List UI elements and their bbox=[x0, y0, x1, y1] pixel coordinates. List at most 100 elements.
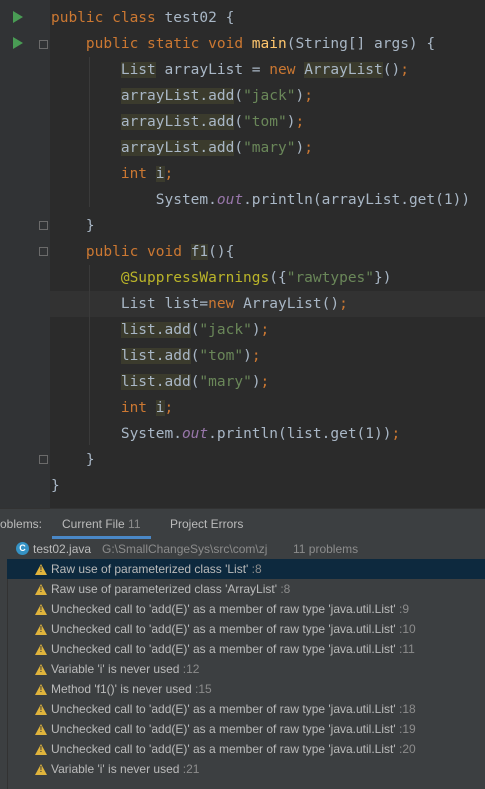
problem-row[interactable]: ! Raw use of parameterized class 'List' :… bbox=[7, 559, 485, 579]
code-token: System. bbox=[51, 426, 182, 442]
code-token: list.add bbox=[120, 348, 191, 364]
code-line[interactable]: List list=new ArrayList(); bbox=[51, 291, 348, 317]
code-token: "jack" bbox=[199, 322, 252, 338]
run-main-icon[interactable] bbox=[13, 37, 23, 49]
problem-row[interactable]: ! Method 'f1()' is never used :15 bbox=[7, 679, 485, 699]
fold-end-main-icon[interactable] bbox=[39, 221, 48, 230]
problem-text-group: Unchecked call to 'add(E)' as a member o… bbox=[51, 719, 416, 739]
code-line[interactable]: } bbox=[51, 473, 60, 499]
code-line[interactable]: list.add("mary"); bbox=[51, 369, 269, 395]
code-token: out bbox=[216, 192, 244, 208]
warning-mark: ! bbox=[39, 625, 43, 634]
code-token: ( bbox=[234, 114, 244, 130]
code-token: ; bbox=[164, 166, 174, 182]
problem-message: Unchecked call to 'add(E)' as a member o… bbox=[51, 722, 396, 736]
problem-message: Raw use of parameterized class 'List' bbox=[51, 562, 249, 576]
tab-current-file[interactable]: Current File 11 bbox=[52, 509, 151, 539]
problems-file-path: G:\SmallChangeSys\src\com\zj bbox=[102, 542, 268, 556]
problem-row[interactable]: ! Variable 'i' is never used :21 bbox=[7, 759, 485, 779]
code-token: (String[] args) { bbox=[286, 36, 436, 52]
problem-row[interactable]: ! Raw use of parameterized class 'ArrayLi… bbox=[7, 579, 485, 599]
problem-location: :9 bbox=[395, 602, 409, 616]
code-line[interactable]: @SuppressWarnings({"rawtypes"}) bbox=[51, 265, 392, 291]
problems-tabs: oblems: Current File 11 Project Errors bbox=[0, 509, 485, 539]
problem-message: Raw use of parameterized class 'ArrayLis… bbox=[51, 582, 278, 596]
problem-location: :20 bbox=[395, 742, 416, 756]
problem-row[interactable]: ! Unchecked call to 'add(E)' as a member … bbox=[7, 639, 485, 659]
code-token: "mary" bbox=[199, 374, 252, 390]
code-line[interactable]: list.add("tom"); bbox=[51, 343, 261, 369]
problem-text-group: Raw use of parameterized class 'ArrayLis… bbox=[51, 579, 290, 599]
code-token: ( bbox=[234, 140, 244, 156]
code-token: public static void bbox=[51, 36, 252, 52]
code-token: ; bbox=[251, 348, 261, 364]
code-token: ) bbox=[295, 140, 305, 156]
problem-row[interactable]: ! Unchecked call to 'add(E)' as a member … bbox=[7, 739, 485, 759]
code-line[interactable]: System.out.println(list.get(1)); bbox=[51, 421, 400, 447]
code-token: new bbox=[208, 296, 244, 312]
warning-mark: ! bbox=[39, 705, 43, 714]
code-token: ; bbox=[295, 114, 305, 130]
java-class-icon: C bbox=[16, 542, 29, 555]
tab-project-errors[interactable]: Project Errors bbox=[170, 509, 243, 539]
code-editor[interactable]: public class test02 { public static void… bbox=[0, 0, 485, 508]
problem-row[interactable]: ! Variable 'i' is never used :12 bbox=[7, 659, 485, 679]
code-line[interactable]: int i; bbox=[51, 161, 173, 187]
problem-row[interactable]: ! Unchecked call to 'add(E)' as a member … bbox=[7, 619, 485, 639]
problem-location: :12 bbox=[179, 662, 200, 676]
problem-location: :11 bbox=[395, 642, 415, 656]
code-token: }) bbox=[374, 270, 392, 286]
code-token: ; bbox=[260, 374, 270, 390]
code-token: ; bbox=[304, 140, 313, 156]
code-token: public class bbox=[51, 10, 165, 26]
problem-location: :18 bbox=[395, 702, 416, 716]
fold-main-icon[interactable] bbox=[39, 40, 48, 49]
code-token: int bbox=[120, 166, 156, 182]
problem-message: Unchecked call to 'add(E)' as a member o… bbox=[51, 622, 396, 636]
code-line[interactable]: List arrayList = new ArrayList(); bbox=[51, 57, 409, 83]
code-line[interactable]: list.add("jack"); bbox=[51, 317, 269, 343]
problem-location: :15 bbox=[191, 682, 212, 696]
code-line[interactable]: public void f1(){ bbox=[51, 239, 234, 265]
code-line[interactable]: arrayList.add("jack"); bbox=[51, 83, 313, 109]
run-class-icon[interactable] bbox=[13, 11, 23, 23]
problem-row[interactable]: ! Unchecked call to 'add(E)' as a member … bbox=[7, 599, 485, 619]
code-line[interactable]: } bbox=[51, 447, 95, 473]
code-token: ArrayList() bbox=[243, 296, 340, 312]
fold-end-f1-icon[interactable] bbox=[39, 455, 48, 464]
code-line[interactable]: public static void main(String[] args) { bbox=[51, 31, 435, 57]
code-line[interactable]: arrayList.add("tom"); bbox=[51, 109, 304, 135]
problem-location: :8 bbox=[248, 562, 262, 576]
code-line[interactable]: System.out.println(arrayList.get(1)) bbox=[51, 187, 470, 213]
fold-f1-icon[interactable] bbox=[39, 247, 48, 256]
code-token: ; bbox=[260, 322, 270, 338]
code-line[interactable]: } bbox=[51, 213, 95, 239]
code-token: ({ bbox=[269, 270, 287, 286]
code-token: list.add bbox=[120, 374, 191, 390]
problems-file-row[interactable]: C test02.java G:\SmallChangeSys\src\com\… bbox=[0, 539, 485, 559]
code-token: .println(list.get(1)) bbox=[208, 426, 392, 442]
warning-mark: ! bbox=[39, 605, 43, 614]
problem-text-group: Unchecked call to 'add(E)' as a member o… bbox=[51, 639, 415, 659]
code-token: i bbox=[155, 166, 165, 182]
problem-text-group: Unchecked call to 'add(E)' as a member o… bbox=[51, 699, 416, 719]
problem-text-group: Raw use of parameterized class 'List' :8 bbox=[51, 559, 262, 579]
code-token: "mary" bbox=[243, 140, 296, 156]
code-line[interactable]: int i; bbox=[51, 395, 173, 421]
code-line[interactable]: public class test02 { bbox=[51, 5, 234, 31]
code-token: .println(arrayList.get(1)) bbox=[243, 192, 471, 208]
problem-row[interactable]: ! Unchecked call to 'add(E)' as a member … bbox=[7, 699, 485, 719]
problem-message: Unchecked call to 'add(E)' as a member o… bbox=[51, 642, 396, 656]
problems-panel: oblems: Current File 11 Project Errors C… bbox=[0, 508, 485, 789]
problems-file-count: 11 problems bbox=[293, 542, 359, 556]
code-line[interactable]: arrayList.add("mary"); bbox=[51, 135, 313, 161]
problem-row[interactable]: ! Unchecked call to 'add(E)' as a member … bbox=[7, 719, 485, 739]
code-token: ) bbox=[251, 322, 261, 338]
code-token: "tom" bbox=[243, 114, 287, 130]
problem-message: Variable 'i' is never used bbox=[51, 662, 180, 676]
problems-tool-label: oblems: bbox=[0, 517, 43, 531]
